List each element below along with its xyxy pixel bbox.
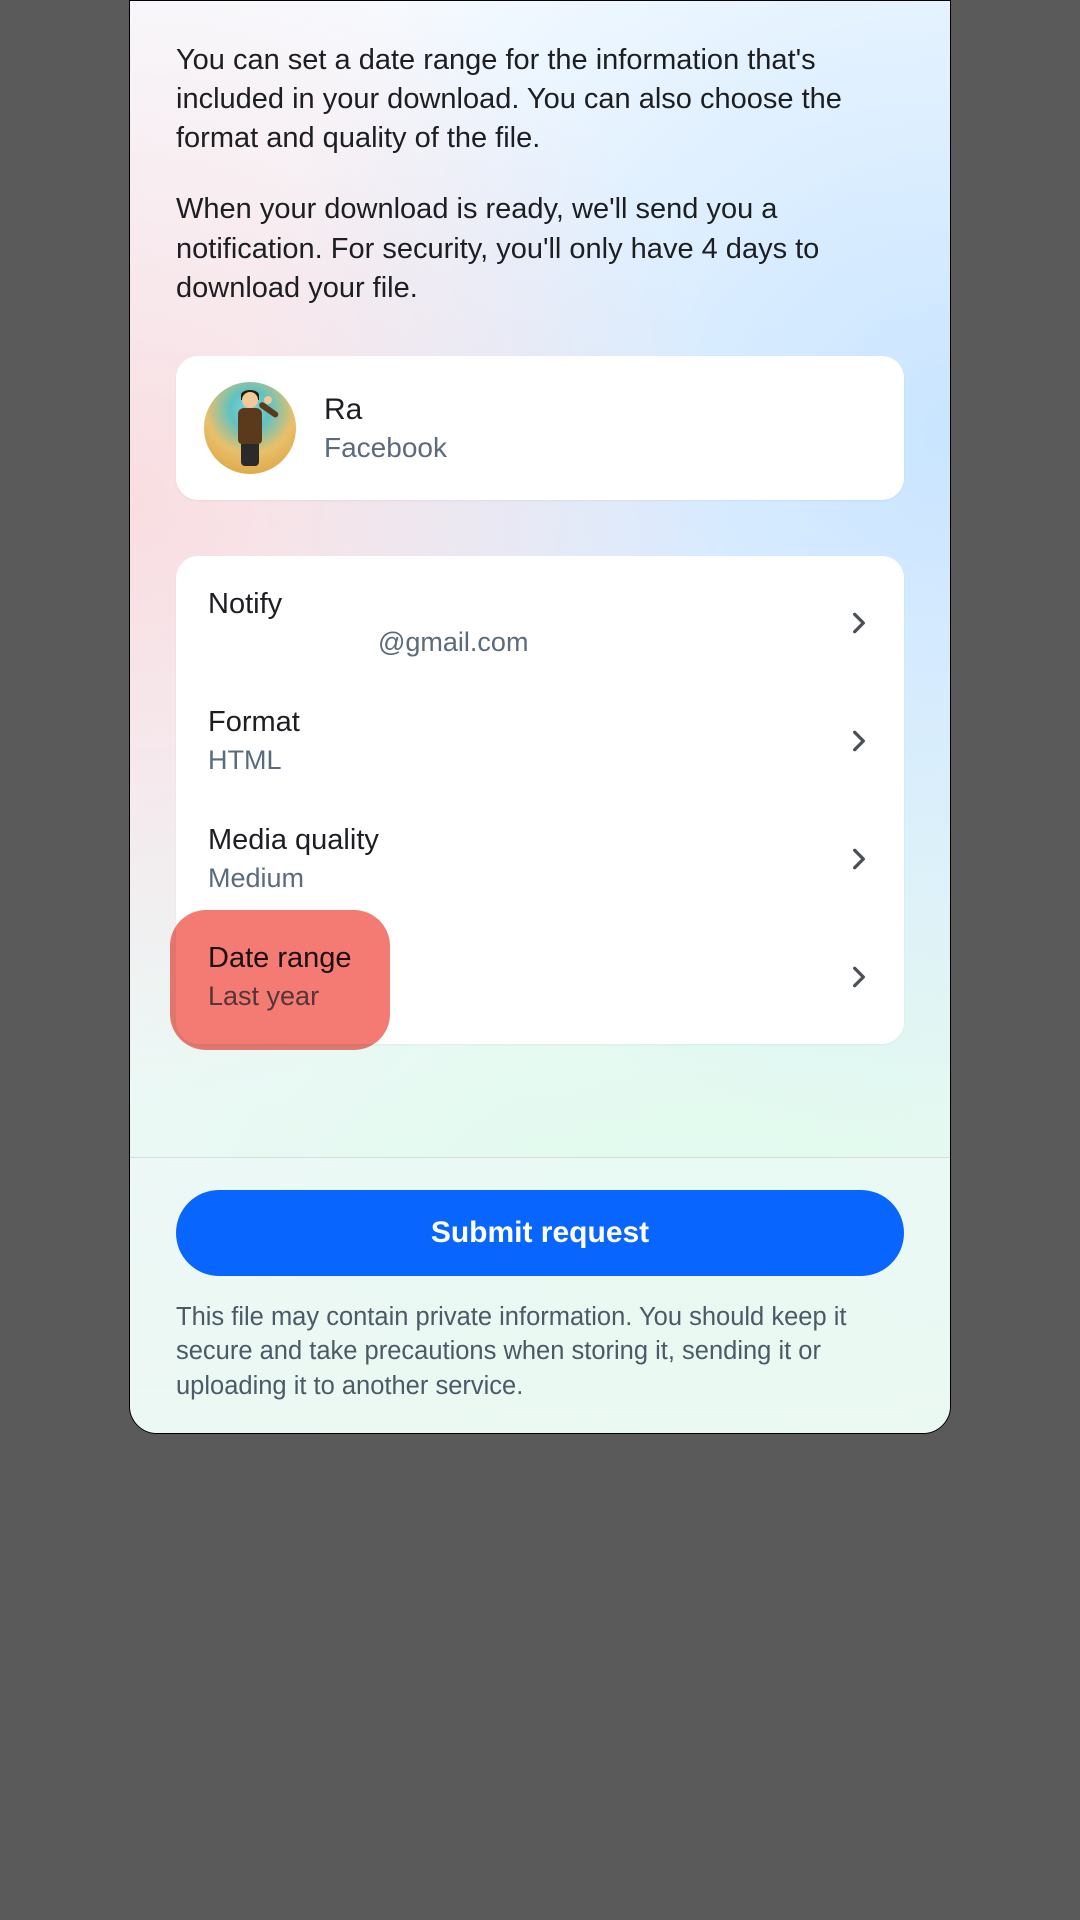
chevron-right-icon <box>846 728 872 754</box>
setting-notify-value: @gmail.com <box>378 627 528 658</box>
profile-card[interactable]: Ra Facebook <box>176 356 904 500</box>
submit-request-button[interactable]: Submit request <box>176 1190 904 1276</box>
setting-date-range-value: Last year <box>208 981 352 1012</box>
settings-card: Notify @gmail.com Format HTML Media <box>176 556 904 1044</box>
chevron-right-icon <box>846 964 872 990</box>
setting-notify-title: Notify <box>208 588 528 621</box>
setting-format-value: HTML <box>208 745 300 776</box>
profile-text: Ra Facebook <box>324 392 447 464</box>
intro-text: You can set a date range for the informa… <box>176 41 904 308</box>
chevron-right-icon <box>846 610 872 636</box>
profile-name: Ra <box>324 392 447 428</box>
setting-notify[interactable]: Notify @gmail.com <box>176 564 904 682</box>
avatar-illustration <box>231 392 269 466</box>
setting-format[interactable]: Format HTML <box>176 682 904 800</box>
privacy-disclaimer: This file may contain private informatio… <box>176 1300 904 1403</box>
setting-media-quality[interactable]: Media quality Medium <box>176 800 904 918</box>
intro-paragraph-2: When your download is ready, we'll send … <box>176 190 904 307</box>
setting-format-title: Format <box>208 706 300 739</box>
intro-paragraph-1: You can set a date range for the informa… <box>176 41 904 158</box>
content-area: You can set a date range for the informa… <box>130 1 950 1157</box>
setting-media-quality-title: Media quality <box>208 824 379 857</box>
download-settings-screen: You can set a date range for the informa… <box>129 0 951 1434</box>
setting-date-range[interactable]: Date range Last year <box>176 918 904 1036</box>
avatar <box>204 382 296 474</box>
profile-platform: Facebook <box>324 432 447 464</box>
setting-date-range-title: Date range <box>208 942 352 975</box>
chevron-right-icon <box>846 846 872 872</box>
setting-media-quality-value: Medium <box>208 863 379 894</box>
footer: Submit request This file may contain pri… <box>130 1157 950 1433</box>
